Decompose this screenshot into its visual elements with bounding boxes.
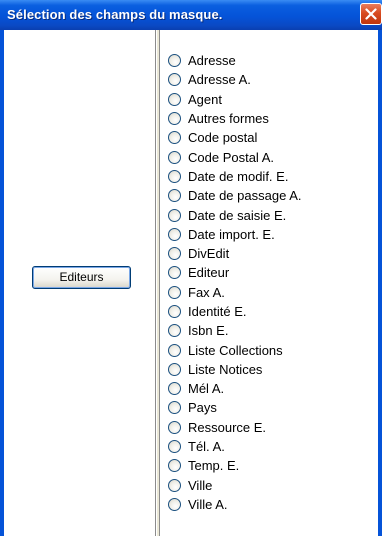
field-radio-item[interactable]: Autres formes: [168, 109, 301, 128]
field-radio-label: Adresse A.: [188, 72, 251, 88]
field-radio-item[interactable]: Date de modif. E.: [168, 167, 301, 186]
dialog-window: Sélection des champs du masque. Editeurs…: [0, 0, 382, 536]
field-radio-label: Tél. A.: [188, 439, 225, 455]
field-radio-label: Code Postal A.: [188, 149, 274, 165]
field-radio-label: Agent: [188, 91, 222, 107]
radio-button-icon[interactable]: [168, 112, 181, 126]
field-radio-label: Code postal: [188, 130, 258, 146]
field-radio-label: Mél A.: [188, 381, 225, 397]
field-radio-item[interactable]: Date import. E.: [168, 225, 301, 244]
radio-button-icon[interactable]: [168, 305, 181, 318]
radio-button-icon[interactable]: [168, 362, 181, 376]
radio-button-icon[interactable]: [168, 247, 181, 261]
field-radio-item[interactable]: Liste Collections: [168, 340, 301, 359]
radio-button-icon[interactable]: [168, 266, 181, 280]
client-area: Editeurs Adresse Adresse A. Agent Autres fo…: [4, 30, 378, 536]
radio-button-icon[interactable]: [168, 73, 181, 87]
radio-button-icon[interactable]: [168, 497, 181, 511]
field-radio-item[interactable]: Tél. A.: [168, 437, 301, 456]
field-radio-item[interactable]: Fax A.: [168, 283, 301, 302]
radio-button-icon[interactable]: [168, 382, 181, 396]
field-radio-item[interactable]: Code postal: [168, 128, 301, 147]
radio-button-icon[interactable]: [168, 459, 181, 473]
field-radio-label: Fax A.: [188, 284, 225, 300]
field-radio-item[interactable]: Identité E.: [168, 302, 301, 321]
close-icon: [365, 8, 377, 20]
close-button[interactable]: [360, 3, 382, 25]
radio-button-icon[interactable]: [168, 54, 181, 68]
field-radio-label: Pays: [188, 400, 217, 416]
field-radio-list: Adresse Adresse A. Agent Autres formes Code …: [168, 51, 301, 514]
radio-button-icon[interactable]: [168, 401, 181, 415]
field-radio-item[interactable]: Adresse: [168, 51, 301, 70]
window-title: Sélection des champs du masque.: [7, 7, 223, 22]
field-radio-label: Date de saisie E.: [188, 207, 287, 223]
field-radio-item[interactable]: Adresse A.: [168, 70, 301, 89]
field-radio-item[interactable]: Code Postal A.: [168, 147, 301, 166]
field-list-panel: Adresse Adresse A. Agent Autres formes Code …: [160, 30, 378, 536]
field-radio-label: Identité E.: [188, 304, 247, 319]
field-radio-item[interactable]: Pays: [168, 398, 301, 417]
field-radio-item[interactable]: Date de saisie E.: [168, 205, 301, 224]
field-radio-item[interactable]: Ville A.: [168, 495, 301, 514]
radio-button-icon[interactable]: [168, 150, 181, 164]
field-radio-label: Ville A.: [188, 496, 228, 512]
radio-button-icon[interactable]: [168, 227, 181, 241]
field-radio-label: Adresse: [188, 53, 236, 69]
window-border-right: [378, 30, 382, 536]
field-radio-label: Editeur: [188, 265, 230, 281]
editeurs-button[interactable]: Editeurs: [32, 266, 131, 289]
field-radio-label: Date de modif. E.: [188, 168, 289, 184]
radio-button-icon[interactable]: [168, 324, 181, 338]
radio-button-icon[interactable]: [168, 208, 181, 222]
field-radio-item[interactable]: Editeur: [168, 263, 301, 282]
field-radio-item[interactable]: Ressource E.: [168, 418, 301, 437]
field-radio-label: Liste Notices: [188, 361, 263, 377]
field-radio-item[interactable]: Ville: [168, 476, 301, 495]
field-radio-label: DivEdit: [188, 246, 230, 262]
radio-button-icon[interactable]: [168, 131, 181, 145]
field-radio-label: Date de passage A.: [188, 188, 302, 204]
field-radio-label: Isbn E.: [188, 323, 229, 339]
field-radio-item[interactable]: Liste Notices: [168, 360, 301, 379]
field-radio-item[interactable]: Temp. E.: [168, 456, 301, 475]
radio-button-icon[interactable]: [168, 285, 181, 299]
radio-button-icon[interactable]: [168, 440, 181, 454]
field-radio-label: Date import. E.: [188, 226, 275, 242]
radio-button-icon[interactable]: [168, 189, 181, 203]
radio-button-icon[interactable]: [168, 478, 181, 492]
title-bar[interactable]: Sélection des champs du masque.: [0, 0, 382, 30]
field-radio-label: Liste Collections: [188, 342, 283, 358]
radio-button-icon[interactable]: [168, 420, 181, 434]
field-radio-label: Ressource E.: [188, 419, 267, 435]
field-radio-label: Temp. E.: [188, 458, 240, 474]
field-radio-item[interactable]: DivEdit: [168, 244, 301, 263]
field-radio-item[interactable]: Agent: [168, 90, 301, 109]
radio-button-icon[interactable]: [168, 343, 181, 357]
category-panel: Editeurs: [4, 30, 156, 536]
field-radio-item[interactable]: Date de passage A.: [168, 186, 301, 205]
field-radio-label: Ville: [188, 477, 213, 493]
radio-button-icon[interactable]: [168, 92, 181, 106]
field-radio-label: Autres formes: [188, 111, 269, 127]
field-radio-item[interactable]: Isbn E.: [168, 321, 301, 340]
field-radio-item[interactable]: Mél A.: [168, 379, 301, 398]
radio-button-icon[interactable]: [168, 169, 181, 183]
